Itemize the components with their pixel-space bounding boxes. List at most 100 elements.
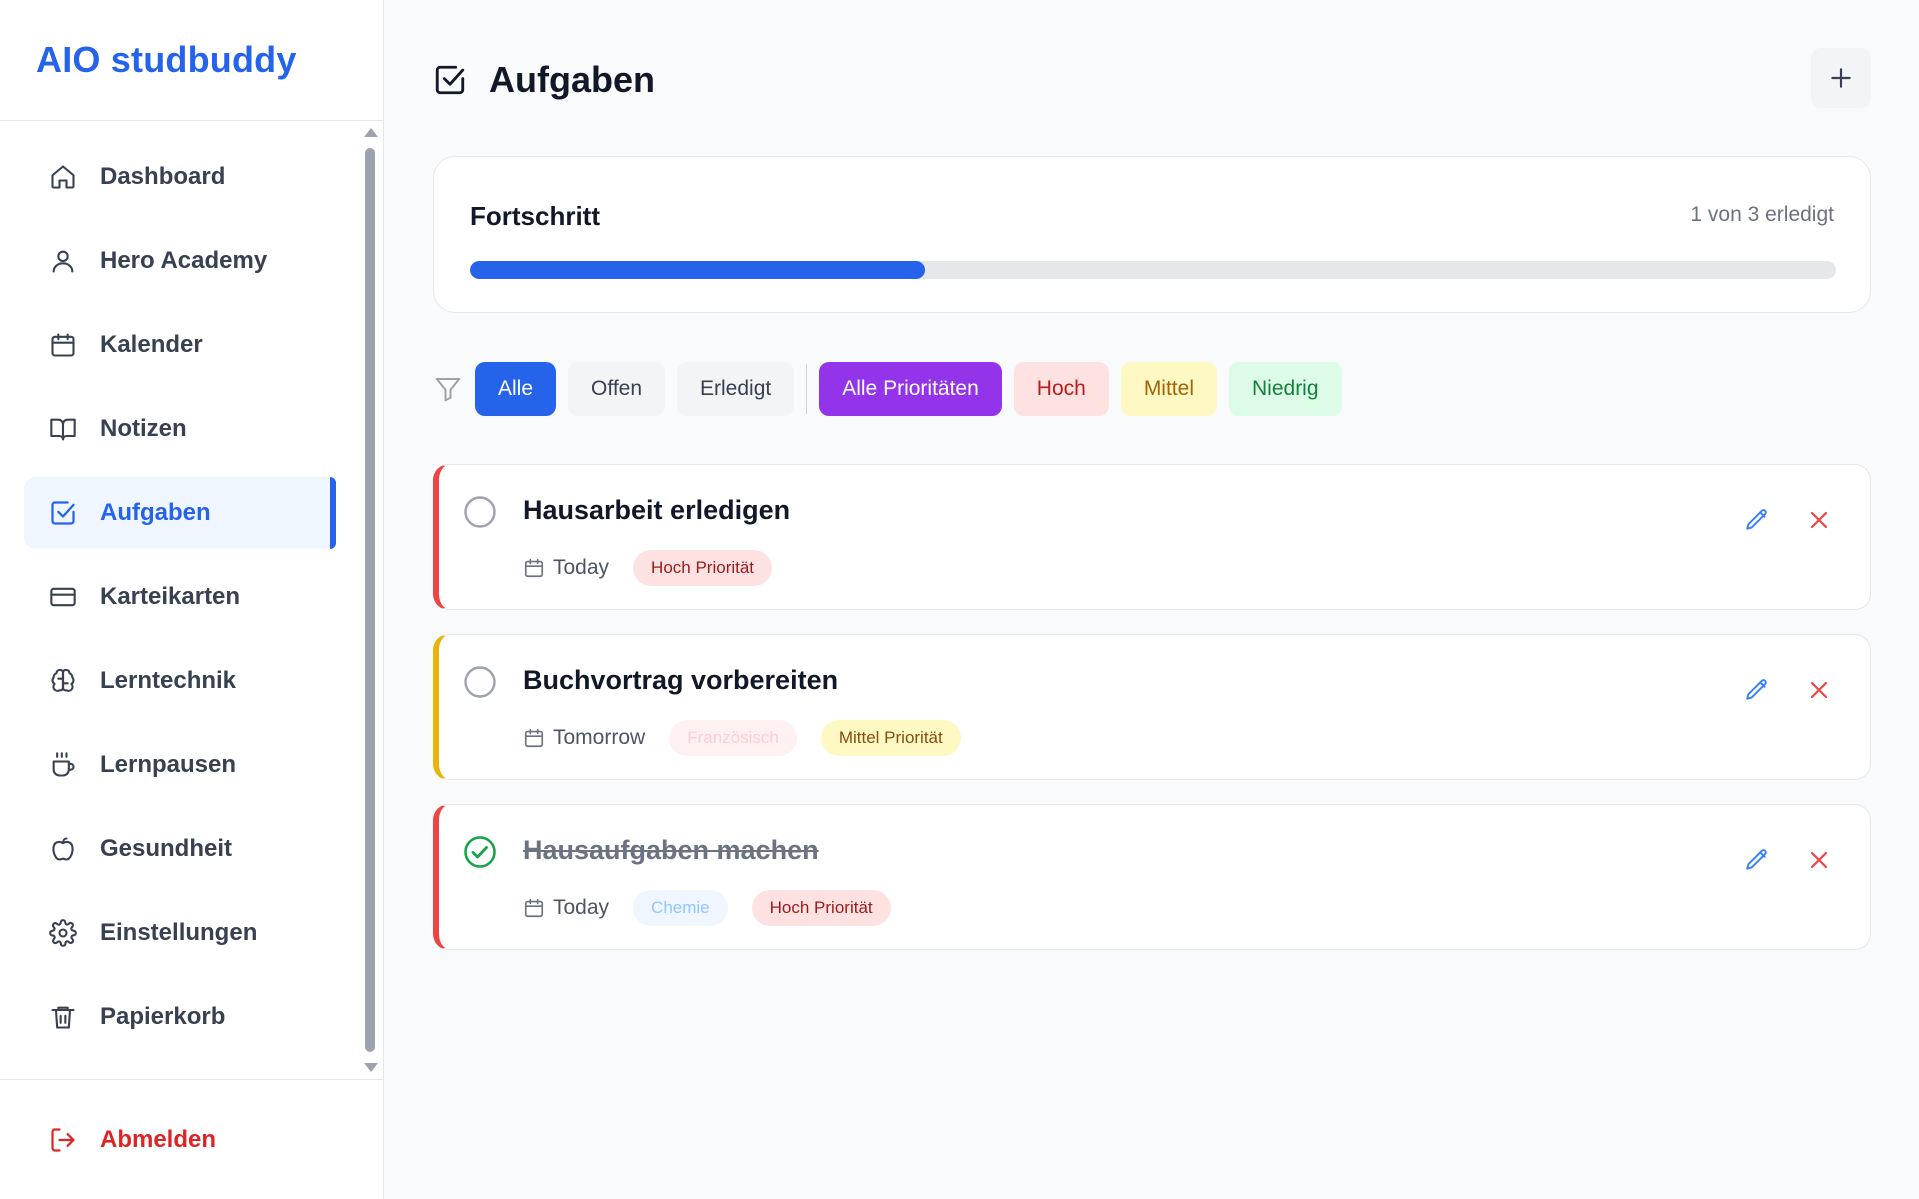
priority-badge: Mittel Priorität — [820, 720, 961, 756]
close-icon — [1810, 511, 1828, 529]
sidebar-item-dashboard[interactable]: Dashboard — [24, 141, 336, 213]
sidebar-item-gesundheit[interactable]: Gesundheit — [24, 813, 336, 885]
sidebar-item-label: Einstellungen — [100, 919, 258, 946]
page-header: Aufgaben — [433, 48, 655, 112]
credit-card-icon — [48, 582, 78, 612]
priority-badge: Hoch Priorität — [751, 890, 891, 926]
subject-badge: Chemie — [633, 890, 728, 926]
check-square-icon — [433, 62, 469, 98]
task-due-date: Tomorrow — [553, 726, 646, 749]
filter-divider — [806, 364, 808, 414]
logout-label: Abmelden — [100, 1126, 217, 1153]
sidebar-item-label: Lerntechnik — [100, 667, 237, 694]
pencil-icon — [1746, 679, 1767, 700]
task-checkbox[interactable] — [463, 495, 497, 529]
task-title: Hausarbeit erledigen — [523, 495, 791, 525]
progress-card: Fortschritt 1 von 3 erledigt — [433, 156, 1871, 313]
task-due-date: Today — [553, 896, 610, 919]
calendar-icon — [523, 897, 545, 919]
calendar-icon — [523, 727, 545, 749]
sidebar: AIO studbuddy Dashboard Hero Academy Kal… — [0, 0, 384, 1199]
sidebar-item-notizen[interactable]: Notizen — [24, 393, 336, 465]
pencil-icon — [1746, 509, 1767, 530]
app-title[interactable]: AIO studbuddy — [36, 39, 297, 81]
check-square-icon — [48, 498, 78, 528]
sidebar-item-kalender[interactable]: Kalender — [24, 309, 336, 381]
page-title: Aufgaben — [489, 59, 655, 100]
sidebar-scrollbar[interactable] — [360, 124, 380, 1076]
pencil-icon — [1746, 849, 1767, 870]
sidebar-item-label: Lernpausen — [100, 751, 237, 778]
sidebar-item-lernpausen[interactable]: Lernpausen — [24, 729, 336, 801]
sidebar-item-label: Papierkorb — [100, 1003, 226, 1030]
filter-bar: Alle Offen Erledigt Alle Prioritäten Hoc… — [433, 362, 1354, 416]
filter-priority-niedrig[interactable]: Niedrig — [1229, 362, 1342, 416]
task-title: Buchvortrag vorbereiten — [523, 665, 839, 695]
task-card[interactable]: Hausarbeit erledigen Today Hoch Prioritä… — [433, 464, 1871, 610]
logout-icon — [48, 1125, 78, 1155]
logout-button[interactable]: Abmelden — [24, 1104, 336, 1176]
plus-icon — [1831, 68, 1851, 88]
check-circle-icon[interactable] — [463, 835, 497, 869]
sidebar-item-lerntechnik[interactable]: Lerntechnik — [24, 645, 336, 717]
progress-title: Fortschritt — [470, 201, 600, 231]
calendar-icon — [48, 330, 78, 360]
task-meta: Today Chemie Hoch Priorität — [523, 890, 915, 926]
task-checkbox[interactable] — [463, 665, 497, 699]
task-meta: Tomorrow Französisch Mittel Priorität — [523, 720, 985, 756]
edit-button[interactable] — [1740, 673, 1774, 707]
logout-section: Abmelden — [0, 1079, 384, 1199]
brain-icon — [48, 666, 78, 696]
brand: AIO studbuddy — [0, 0, 383, 121]
scroll-up-arrow-icon[interactable] — [364, 128, 378, 137]
edit-button[interactable] — [1740, 843, 1774, 877]
home-icon — [48, 162, 78, 192]
sidebar-nav: Dashboard Hero Academy Kalender Notizen — [0, 121, 384, 1079]
filter-priority-mittel[interactable]: Mittel — [1120, 362, 1217, 416]
task-title: Hausaufgaben machen — [523, 835, 819, 865]
progress-count: 1 von 3 erledigt — [1690, 203, 1834, 226]
sidebar-item-einstellungen[interactable]: Einstellungen — [24, 897, 336, 969]
sidebar-item-hero-academy[interactable]: Hero Academy — [24, 225, 336, 297]
main-content: Aufgaben Fortschritt 1 von 3 erledigt Al… — [385, 0, 1919, 1199]
sidebar-item-label: Karteikarten — [100, 583, 241, 610]
sidebar-item-label: Dashboard — [100, 163, 226, 190]
trash-icon — [48, 1002, 78, 1032]
sidebar-item-aufgaben[interactable]: Aufgaben — [24, 477, 336, 549]
delete-button[interactable] — [1802, 503, 1836, 537]
coffee-icon — [48, 750, 78, 780]
scroll-down-arrow-icon[interactable] — [364, 1063, 378, 1072]
delete-button[interactable] — [1802, 843, 1836, 877]
priority-badge: Hoch Priorität — [633, 550, 773, 586]
filter-status-erledigt[interactable]: Erledigt — [677, 362, 795, 416]
filter-priority-all[interactable]: Alle Prioritäten — [819, 362, 1002, 416]
apple-icon — [48, 834, 78, 864]
edit-button[interactable] — [1740, 503, 1774, 537]
book-open-icon — [48, 414, 78, 444]
task-list: Hausarbeit erledigen Today Hoch Prioritä… — [433, 464, 1871, 974]
sidebar-item-label: Hero Academy — [100, 247, 268, 274]
add-task-button[interactable] — [1811, 48, 1871, 108]
progress-bar — [470, 261, 1836, 279]
subject-badge: Französisch — [669, 720, 797, 756]
user-icon — [48, 246, 78, 276]
task-card[interactable]: Buchvortrag vorbereiten Tomorrow Französ… — [433, 634, 1871, 780]
delete-button[interactable] — [1802, 673, 1836, 707]
task-due-date: Today — [553, 556, 610, 579]
scroll-thumb[interactable] — [365, 148, 375, 1052]
filter-priority-hoch[interactable]: Hoch — [1013, 362, 1109, 416]
task-card[interactable]: Hausaufgaben machen Today Chemie Hoch Pr… — [433, 804, 1871, 950]
filter-status-offen[interactable]: Offen — [568, 362, 666, 416]
sidebar-item-papierkorb[interactable]: Papierkorb — [24, 981, 336, 1053]
progress-bar-fill — [470, 261, 925, 279]
sidebar-item-label: Aufgaben — [100, 499, 211, 526]
gear-icon — [48, 918, 78, 948]
filter-status-alle[interactable]: Alle — [475, 362, 557, 416]
sidebar-item-label: Notizen — [100, 415, 187, 442]
sidebar-item-label: Kalender — [100, 331, 203, 358]
sidebar-item-karteikarten[interactable]: Karteikarten — [24, 561, 336, 633]
calendar-icon — [523, 557, 545, 579]
close-icon — [1810, 851, 1828, 869]
task-meta: Today Hoch Priorität — [523, 550, 796, 586]
close-icon — [1810, 681, 1828, 699]
